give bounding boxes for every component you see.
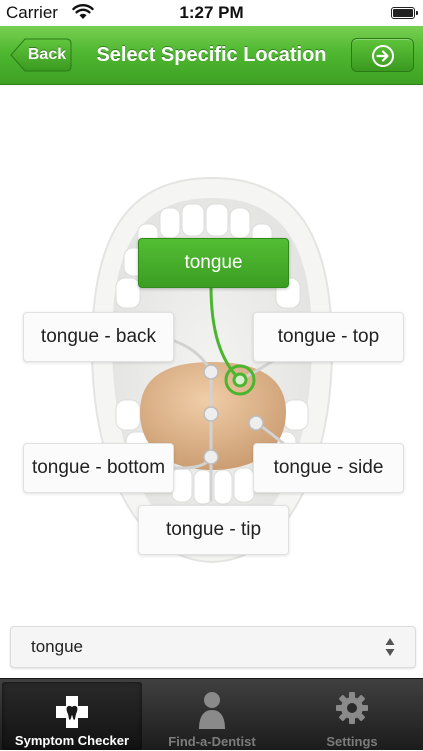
tooth-cross-icon bbox=[56, 696, 88, 728]
selected-point[interactable] bbox=[232, 372, 248, 388]
location-tongue-back[interactable]: tongue - back bbox=[23, 312, 174, 362]
location-tongue-tip[interactable]: tongue - tip bbox=[138, 505, 289, 555]
tab-settings[interactable]: Settings bbox=[282, 679, 422, 751]
tab-find-a-dentist[interactable]: Find-a-Dentist bbox=[142, 679, 282, 751]
point-side[interactable] bbox=[248, 415, 264, 431]
tab-label: Find-a-Dentist bbox=[168, 734, 256, 749]
status-bar: Carrier 1:27 PM bbox=[0, 0, 423, 26]
tab-symptom-checker[interactable]: Symptom Checker bbox=[2, 682, 142, 750]
tab-label: Symptom Checker bbox=[14, 733, 130, 748]
point-back[interactable] bbox=[203, 364, 219, 380]
location-picker[interactable]: tongue bbox=[10, 626, 416, 668]
tab-bar: Symptom Checker Find-a-Dentist Settings bbox=[0, 678, 423, 750]
forward-button[interactable] bbox=[351, 38, 414, 72]
location-tongue-bottom[interactable]: tongue - bottom bbox=[23, 443, 174, 493]
point-tip[interactable] bbox=[203, 449, 219, 465]
up-down-arrows-icon bbox=[385, 638, 395, 656]
picker-value: tongue bbox=[31, 637, 83, 656]
person-icon bbox=[199, 692, 225, 729]
page-title: Select Specific Location bbox=[96, 44, 327, 66]
navigation-bar: Back Select Specific Location bbox=[0, 26, 423, 85]
location-tongue-side[interactable]: tongue - side bbox=[253, 443, 404, 493]
back-button[interactable]: Back bbox=[10, 38, 72, 72]
back-button-label: Back bbox=[27, 46, 67, 63]
tab-label: Settings bbox=[326, 734, 378, 749]
clock: 1:27 PM bbox=[179, 3, 244, 22]
arrow-right-circle-icon bbox=[372, 45, 394, 67]
location-tongue[interactable]: tongue bbox=[138, 238, 289, 288]
gear-icon bbox=[336, 692, 368, 724]
battery-icon bbox=[391, 7, 418, 19]
point-center[interactable] bbox=[203, 406, 219, 422]
location-tongue-top[interactable]: tongue - top bbox=[253, 312, 404, 362]
